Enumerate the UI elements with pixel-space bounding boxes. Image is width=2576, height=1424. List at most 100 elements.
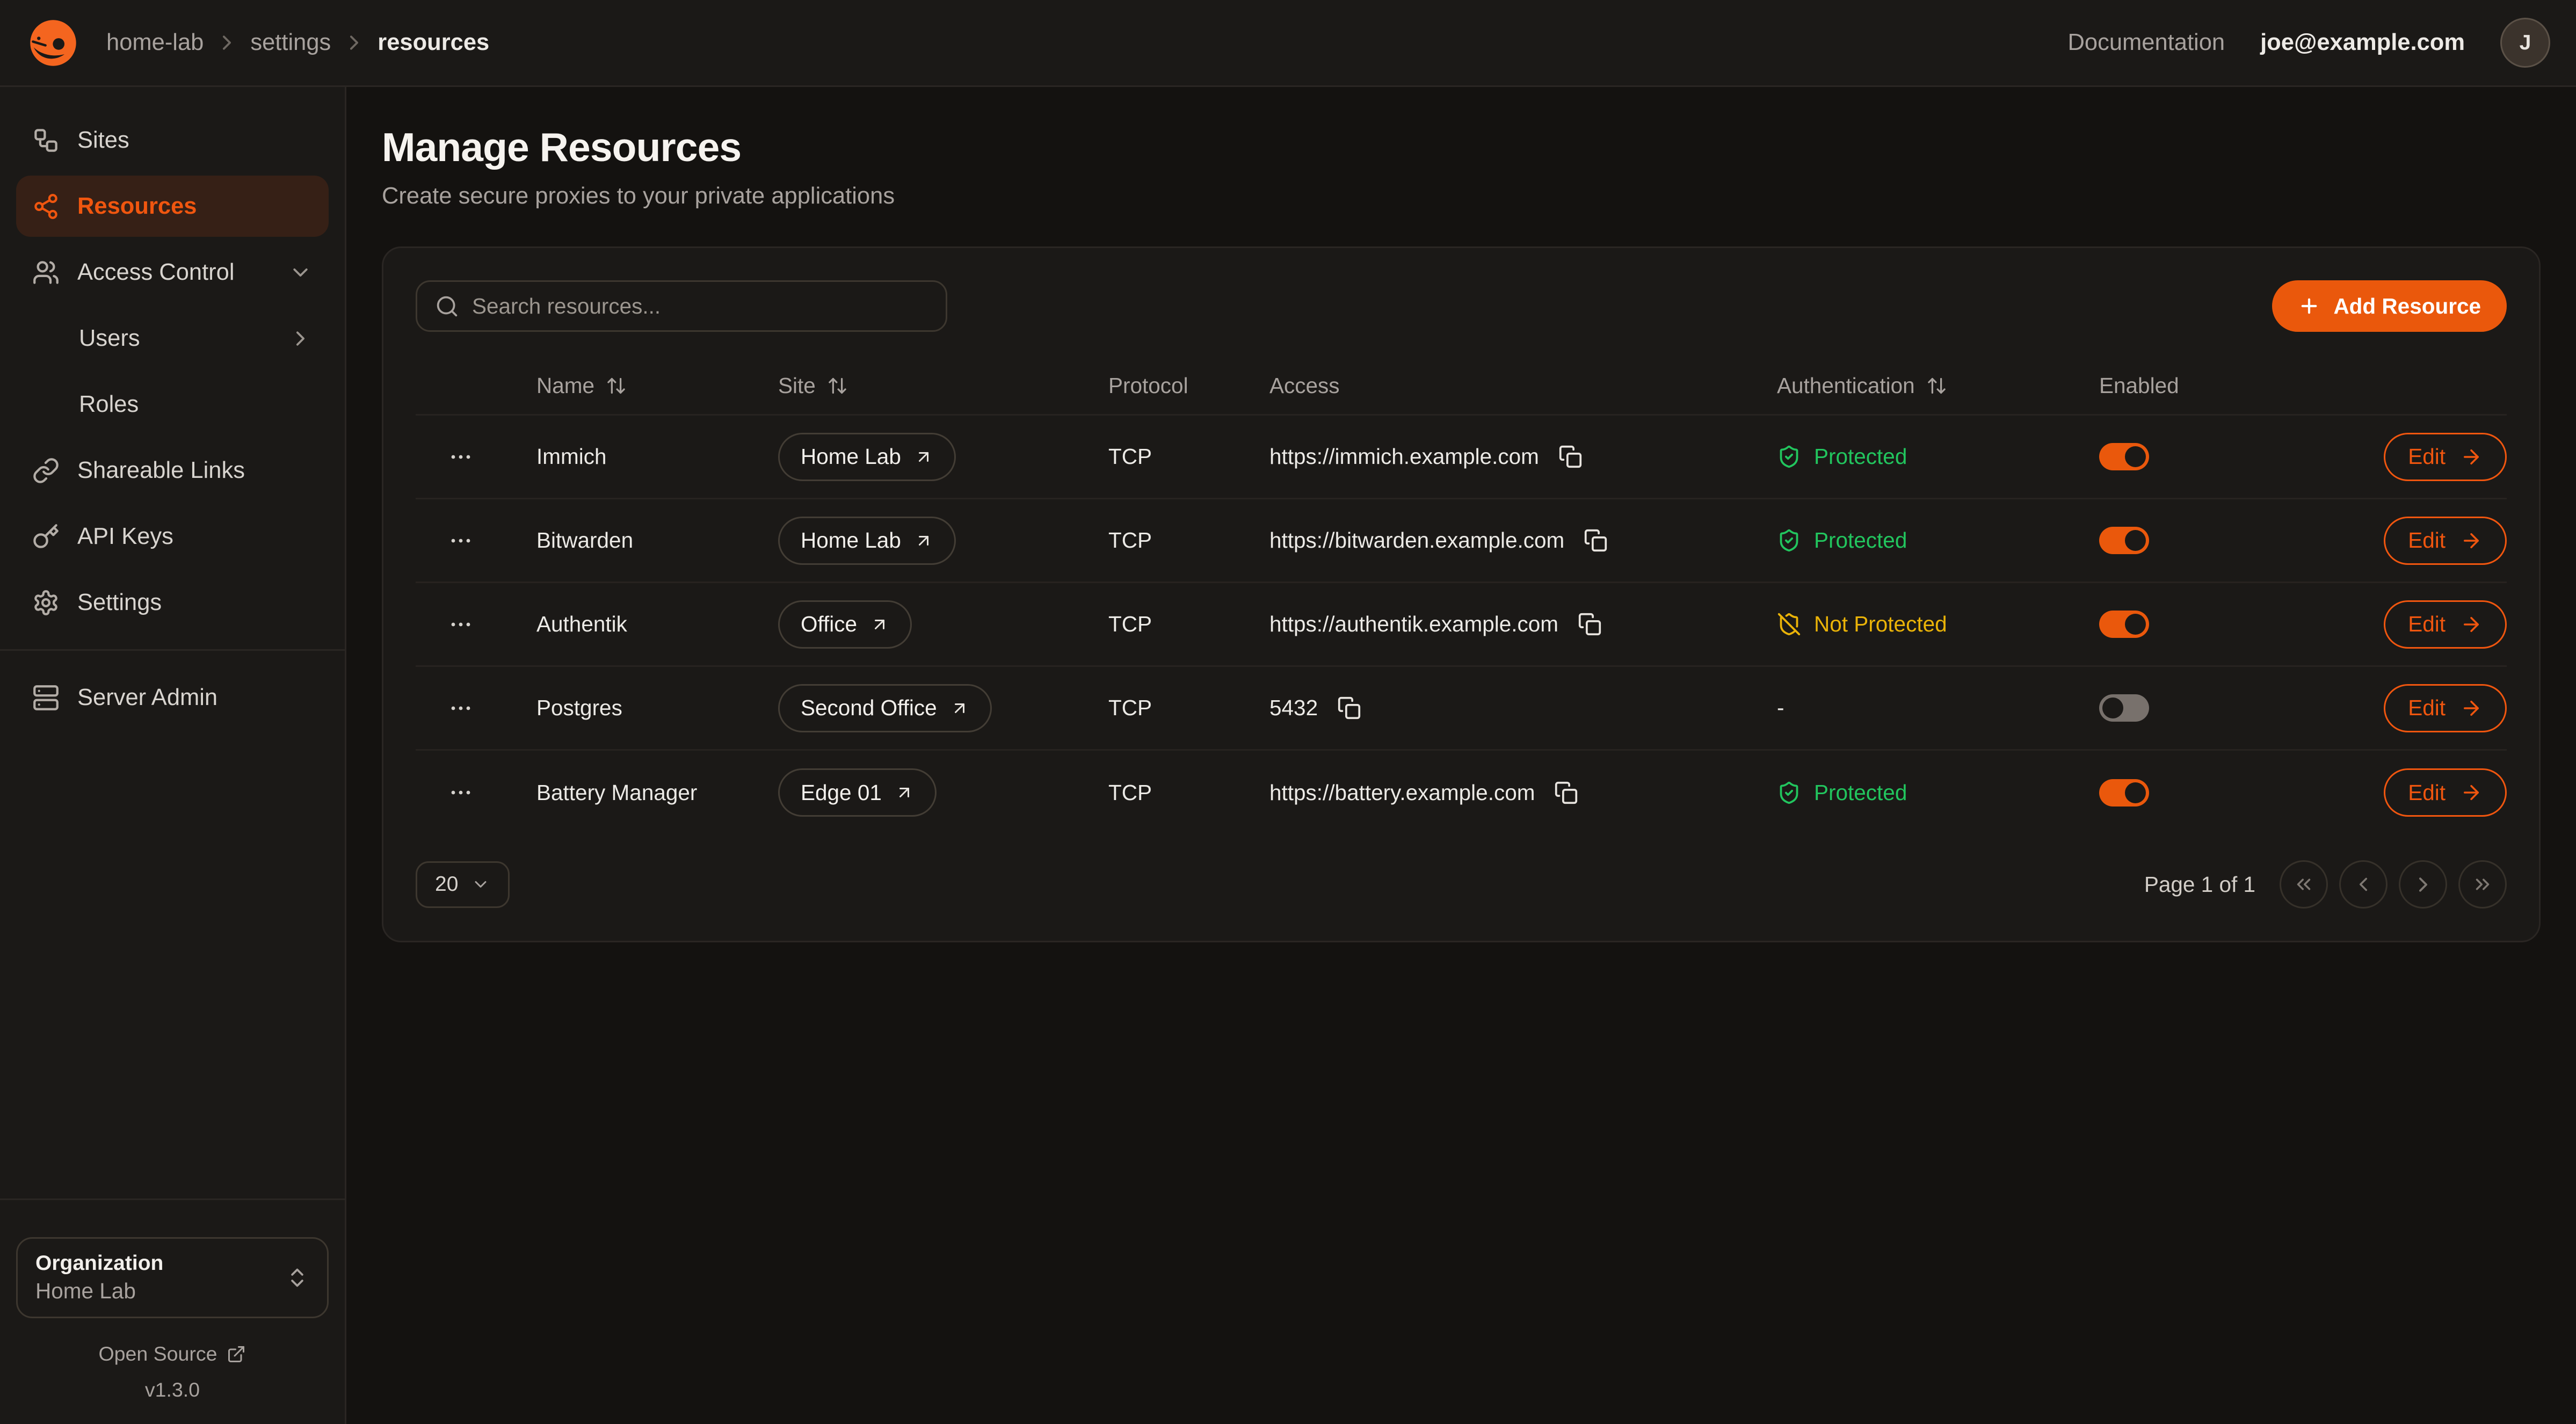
arrow-up-right-icon [870,615,889,634]
sidebar-spacer [16,728,329,1182]
user-email[interactable]: joe@example.com [2260,30,2465,56]
add-resource-button[interactable]: Add Resource [2272,280,2507,332]
toggle-knob [2102,698,2123,718]
table-body: Immich Home Lab TCP https://immich.examp… [416,416,2507,834]
user-avatar[interactable]: J [2500,18,2550,68]
arrow-up-right-icon [950,699,969,718]
column-header-enabled: Enabled [2099,373,2325,398]
enabled-toggle[interactable] [2099,694,2149,722]
authentication-cell: Protected [1777,444,2099,469]
sidebar-item-label: Shareable Links [77,457,245,484]
column-header-authentication[interactable]: Authentication [1777,373,2099,398]
sidebar-item-access-control[interactable]: Access Control [16,242,329,303]
arrow-right-icon [2460,781,2483,804]
gear-icon [32,589,60,616]
shield-check-icon [1777,528,1801,553]
search-input[interactable] [472,294,928,319]
sidebar-item-label: Server Admin [77,685,217,711]
enabled-cell [2099,779,2325,807]
chevron-right-icon [288,326,313,351]
site-link-button[interactable]: Second Office [778,684,992,732]
arrow-right-icon [2460,613,2483,636]
prev-page-button[interactable] [2339,860,2388,909]
chevron-right-icon [2411,873,2435,897]
edit-label: Edit [2408,444,2446,469]
plus-icon [2298,295,2320,317]
key-icon [32,523,60,550]
edit-button[interactable]: Edit [2384,433,2507,481]
table-row: Postgres Second Office TCP 5432 [416,667,2507,751]
site-link-button[interactable]: Home Lab [778,433,956,481]
enabled-toggle[interactable] [2099,443,2149,470]
copy-icon[interactable] [1580,525,1611,556]
sidebar-nav-admin: Server Admin [16,667,329,728]
authentication-cell: Not Protected [1777,612,2099,637]
sidebar-item-users[interactable]: Users [16,308,329,369]
access-cell: 5432 [1269,693,1777,723]
open-source-link[interactable]: Open Source [16,1342,329,1365]
copy-icon[interactable] [1555,441,1586,472]
sidebar-item-shareable-links[interactable]: Shareable Links [16,440,329,501]
toggle-knob [2125,614,2146,635]
enabled-toggle[interactable] [2099,779,2149,807]
sidebar-item-server-admin[interactable]: Server Admin [16,667,329,728]
row-actions-menu-button[interactable] [441,605,480,644]
site-cell: Edge 01 [778,768,1108,817]
arrow-up-down-icon [1926,375,1947,396]
edit-button[interactable]: Edit [2384,768,2507,817]
column-header-access: Access [1269,373,1777,398]
external-link-icon [227,1345,246,1364]
sidebar-item-sites[interactable]: Sites [16,110,329,171]
sidebar-item-roles[interactable]: Roles [16,374,329,435]
breadcrumb-separator-icon [342,31,366,55]
copy-icon[interactable] [1551,778,1581,808]
table-row: Immich Home Lab TCP https://immich.examp… [416,416,2507,499]
first-page-button[interactable] [2280,860,2328,909]
copy-icon[interactable] [1574,609,1605,640]
resources-card: Add Resource Name Site Protocol AccessAuthe… [382,246,2541,942]
last-page-button[interactable] [2458,860,2507,909]
enabled-toggle[interactable] [2099,527,2149,554]
edit-label: Edit [2408,780,2446,805]
breadcrumb-item-home-lab[interactable]: home-lab [106,30,204,56]
page-size-select[interactable]: 20 [416,861,510,908]
next-page-button[interactable] [2399,860,2447,909]
sidebar-item-resources[interactable]: Resources [16,176,329,237]
column-header-label: Protocol [1108,373,1188,398]
sidebar-item-label: Sites [77,127,129,154]
edit-button[interactable]: Edit [2384,684,2507,732]
breadcrumb-item-resources: resources [378,30,489,56]
enabled-toggle[interactable] [2099,611,2149,638]
site-link-button[interactable]: Home Lab [778,517,956,565]
column-header-name[interactable]: Name [536,373,778,398]
authentication-cell: Protected [1777,528,2099,553]
site-link-button[interactable]: Edge 01 [778,768,937,817]
pangolin-logo-icon[interactable] [26,16,81,70]
auth-status-protected: Protected [1777,780,1907,805]
organization-selector[interactable]: Organization Home Lab [16,1237,329,1318]
edit-label: Edit [2408,695,2446,721]
column-header-site[interactable]: Site [778,373,1108,398]
auth-status-protected: Protected [1777,444,1907,469]
site-link-button[interactable]: Office [778,600,912,649]
copy-icon[interactable] [1334,693,1365,723]
sidebar-item-settings[interactable]: Settings [16,572,329,633]
table-header-row: Name Site Protocol AccessAuthenticationEnab… [416,358,2507,416]
column-header-label: Site [778,373,816,398]
site-cell: Home Lab [778,517,1108,565]
column-header-label: Name [536,373,594,398]
row-actions-menu-button[interactable] [441,689,480,728]
row-actions-menu-button[interactable] [441,438,480,476]
topbar: home-labsettingsresources Documentation … [0,0,2576,87]
sidebar-item-api-keys[interactable]: API Keys [16,506,329,567]
edit-button[interactable]: Edit [2384,517,2507,565]
row-actions-menu-button[interactable] [441,521,480,560]
row-actions-menu-button[interactable] [441,773,480,812]
documentation-link[interactable]: Documentation [2068,30,2225,56]
auth-status-protected: Protected [1777,528,1907,553]
column-header-protocol: Protocol [1108,373,1269,398]
edit-button[interactable]: Edit [2384,600,2507,649]
enabled-cell [2099,443,2325,470]
resources-table: Name Site Protocol AccessAuthenticationEnab… [416,358,2507,834]
breadcrumb-item-settings[interactable]: settings [250,30,331,56]
